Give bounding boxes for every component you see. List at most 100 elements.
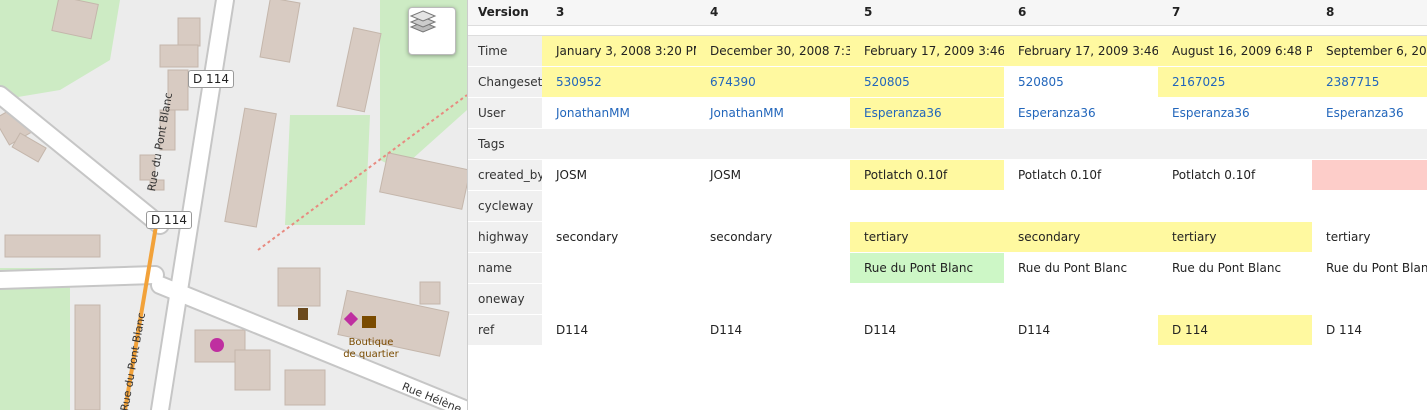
row-label: User [468, 97, 542, 129]
version-cell: Rue du Pont Blanc [1158, 252, 1312, 284]
history-panel: Version 3 4 5 6 7 8 Time January 3, 2008 … [467, 0, 1427, 410]
version-number: 3 [542, 0, 696, 26]
version-cell: JOSM [542, 159, 696, 191]
table-row-ref: ref D114 D114 D114 D114 D 114 D 114 [468, 314, 1427, 346]
version-cell [1158, 283, 1312, 315]
version-cell: Potlatch 0.10f [1004, 159, 1158, 191]
row-label: highway [468, 221, 542, 253]
version-cell: Rue du Pont Blanc [1312, 252, 1427, 284]
version-cell: 2387715 [1312, 66, 1427, 98]
changeset-link[interactable]: 520805 [1018, 75, 1064, 89]
changeset-link[interactable]: 530952 [556, 75, 602, 89]
road-shield: D 114 [146, 211, 192, 229]
version-cell: February 17, 2009 3:46 PM [1004, 35, 1158, 67]
row-label: name [468, 252, 542, 284]
version-cell: Rue du Pont Blanc [850, 252, 1004, 284]
version-cell: 520805 [1004, 66, 1158, 98]
version-cell: 520805 [850, 66, 1004, 98]
layers-button[interactable] [408, 7, 456, 55]
version-number: 4 [696, 0, 850, 26]
version-cell: tertiary [850, 221, 1004, 253]
version-cell: D114 [850, 314, 1004, 346]
table-row-user: User JonathanMM JonathanMM Esperanza36 Esper… [468, 97, 1427, 129]
version-cell: Potlatch 0.10f [1158, 159, 1312, 191]
version-cell: 2167025 [1158, 66, 1312, 98]
tags-section-label: Tags [468, 128, 1427, 160]
version-cell [696, 252, 850, 284]
row-label: cycleway [468, 190, 542, 222]
version-number: 7 [1158, 0, 1312, 26]
version-cell [1312, 190, 1427, 222]
tags-section-row: Tags [468, 128, 1427, 160]
version-cell: D114 [542, 314, 696, 346]
table-row-changeset: Changeset 530952 674390 520805 520805 2167025… [468, 66, 1427, 98]
version-cell: 530952 [542, 66, 696, 98]
row-label: oneway [468, 283, 542, 315]
version-number: 5 [850, 0, 1004, 26]
table-row-created-by: created_by JOSM JOSM Potlatch 0.10f Potlatch… [468, 159, 1427, 191]
row-label: ref [468, 314, 542, 346]
version-cell: Esperanza36 [1004, 97, 1158, 129]
version-cell [542, 283, 696, 315]
version-table: Version 3 4 5 6 7 8 Time January 3, 2008 … [468, 0, 1427, 346]
version-cell: D 114 [1312, 314, 1427, 346]
version-cell [1004, 190, 1158, 222]
version-cell: 674390 [696, 66, 850, 98]
version-cell: secondary [1004, 221, 1158, 253]
row-label: Time [468, 35, 542, 67]
version-cell: January 3, 2008 3:20 PM [542, 35, 696, 67]
poi-label: Boutique de quartier [343, 337, 399, 360]
version-cell: tertiary [1158, 221, 1312, 253]
version-cell: tertiary [1312, 221, 1427, 253]
user-link[interactable]: JonathanMM [556, 106, 630, 120]
table-row-cycleway: cycleway [468, 190, 1427, 222]
changeset-link[interactable]: 2387715 [1326, 75, 1379, 89]
road-shield: D 114 [188, 70, 234, 88]
layers-icon [409, 10, 437, 33]
version-cell [542, 190, 696, 222]
user-link[interactable]: Esperanza36 [1326, 106, 1404, 120]
version-cell [542, 252, 696, 284]
version-cell: Esperanza36 [1158, 97, 1312, 129]
user-link[interactable]: Esperanza36 [864, 106, 942, 120]
table-row-time: Time January 3, 2008 3:20 PM December 30, … [468, 35, 1427, 67]
version-cell [1312, 283, 1427, 315]
version-cell: Rue du Pont Blanc [1004, 252, 1158, 284]
version-number: 8 [1312, 0, 1427, 26]
version-cell: December 30, 2008 7:34 PM [696, 35, 850, 67]
changeset-link[interactable]: 520805 [864, 75, 910, 89]
version-cell: February 17, 2009 3:46 PM [850, 35, 1004, 67]
version-cell: Esperanza36 [850, 97, 1004, 129]
changeset-link[interactable]: 674390 [710, 75, 756, 89]
version-cell: secondary [542, 221, 696, 253]
version-header-row: Version 3 4 5 6 7 8 [468, 0, 1427, 26]
table-row-name: name Rue du Pont Blanc Rue du Pont Blanc Ru… [468, 252, 1427, 284]
user-link[interactable]: Esperanza36 [1172, 106, 1250, 120]
table-row-oneway: oneway [468, 283, 1427, 315]
spacer-row [468, 25, 1427, 36]
version-cell: JonathanMM [696, 97, 850, 129]
version-number: 6 [1004, 0, 1158, 26]
door-icon [298, 308, 308, 320]
version-cell: JOSM [696, 159, 850, 191]
user-link[interactable]: Esperanza36 [1018, 106, 1096, 120]
version-cell: Potlatch 0.10f [850, 159, 1004, 191]
shop-icon [362, 316, 376, 328]
version-cell: JonathanMM [542, 97, 696, 129]
changeset-link[interactable]: 2167025 [1172, 75, 1225, 89]
version-cell: D114 [1004, 314, 1158, 346]
hospital-icon [210, 338, 224, 352]
version-cell [696, 283, 850, 315]
version-cell [1004, 283, 1158, 315]
version-header-label: Version [468, 0, 542, 26]
version-cell [850, 283, 1004, 315]
version-cell [696, 190, 850, 222]
row-label: created_by [468, 159, 542, 191]
version-cell [1312, 159, 1427, 191]
row-label: Changeset [468, 66, 542, 98]
version-cell: secondary [696, 221, 850, 253]
version-cell: Esperanza36 [1312, 97, 1427, 129]
user-link[interactable]: JonathanMM [710, 106, 784, 120]
map-view[interactable]: D 114 D 114 Rue du Pont Blanc Rue du Pon… [0, 0, 467, 410]
version-cell: September 6, 2009 10: [1312, 35, 1427, 67]
